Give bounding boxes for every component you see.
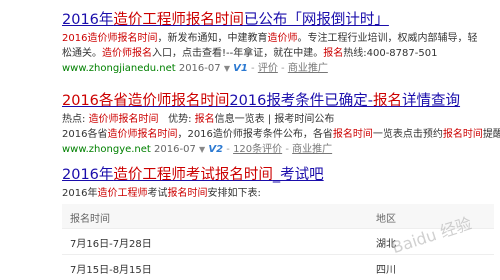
snippet-seg: ，新发布通知，中建教育 bbox=[157, 33, 268, 44]
title-seg: 造价工程师报名时间 bbox=[113, 12, 244, 28]
search-result-3: 2016年造价工程师考试报名时间_考试吧 2016年造价工程师考试报名时间安排如… bbox=[62, 166, 494, 201]
dropdown-arrow-icon[interactable]: ▼ bbox=[224, 64, 230, 73]
result-1-title-link[interactable]: 2016年造价工程师报名时间已公布「网报倒计时」 bbox=[62, 11, 494, 29]
snippet-seg: 热点: bbox=[62, 114, 89, 125]
title-seg: 详情查询 bbox=[402, 93, 461, 109]
snippet-seg: 2016造价师报名时间 bbox=[62, 33, 158, 44]
promo-link[interactable]: 商业推广 bbox=[292, 144, 332, 155]
snippet-seg: 安排如下表: bbox=[207, 188, 261, 199]
result-date: 2016-07 bbox=[154, 144, 196, 155]
snippet-seg: 信息一览表 | 报考时间公布 bbox=[214, 114, 335, 125]
snippet-seg: 报名 bbox=[323, 48, 344, 59]
result-1-url-line: www.zhongjianedu.net 2016-07 ▼ V1 - 评价 -… bbox=[62, 61, 494, 76]
title-seg: 报名 bbox=[373, 93, 403, 109]
verified-badge-icon[interactable]: V1 bbox=[233, 63, 248, 74]
evaluation-link[interactable]: 120条评价 bbox=[233, 144, 282, 155]
snippet-seg: 提醒. bbox=[482, 129, 500, 140]
search-result-2: 2016各省造价师报名时间2016报考条件已确定-报名详情查询 热点: 造价师报… bbox=[62, 92, 500, 157]
table-cell: 7月15日-8月15日 bbox=[70, 265, 152, 276]
result-3-snippet: 2016年造价工程师考试报名时间安排如下表: bbox=[62, 186, 494, 201]
snippet-seg: 造价师 bbox=[267, 33, 298, 44]
dropdown-arrow-icon[interactable]: ▼ bbox=[199, 145, 205, 154]
snippet-seg: 2016各省 bbox=[62, 129, 108, 140]
result-2-title-link[interactable]: 2016各省造价师报名时间2016报考条件已确定-报名详情查询 bbox=[62, 92, 494, 110]
snippet-seg: 考试 bbox=[147, 188, 168, 199]
snippet-seg: 报名时间 bbox=[332, 129, 373, 140]
result-2-snippet: 热点: 造价师报名时间 优势: 报名信息一览表 | 报考时间公布 2016各省造… bbox=[62, 112, 500, 142]
table-cell: 7月16日-7月28日 bbox=[70, 239, 152, 250]
snippet-seg: 优势: bbox=[158, 114, 195, 125]
result-2-url-line: www.zhongye.net 2016-07 ▼ V2 - 120条评价 - … bbox=[62, 142, 494, 157]
title-seg: 2016年 bbox=[62, 167, 114, 183]
snippet-seg: 一览表点击预约 bbox=[372, 129, 443, 140]
snippet-seg: 造价师报名时间 bbox=[107, 129, 178, 140]
table-cell: 四川 bbox=[376, 265, 396, 276]
result-1-snippet: 2016造价师报名时间，新发布通知，中建教育造价师。专注工程行业培训，权威内部辅… bbox=[62, 31, 494, 61]
title-seg: 2016 bbox=[229, 93, 267, 109]
title-seg: 2016年 bbox=[62, 12, 114, 28]
result-url[interactable]: www.zhongye.net bbox=[62, 144, 151, 155]
title-seg: _考试吧 bbox=[272, 167, 324, 183]
snippet-seg: 造价工程师 bbox=[97, 188, 148, 199]
snippet-seg: 入口，点击查看!--年拿证，就在中建。 bbox=[152, 48, 324, 59]
column-header-time: 报名时间 bbox=[70, 214, 110, 225]
result-date: 2016-07 bbox=[178, 63, 221, 74]
table-row: 7月15日-8月15日 四川 bbox=[62, 254, 494, 280]
separator: - bbox=[285, 144, 289, 155]
promo-link[interactable]: 商业推广 bbox=[288, 63, 328, 74]
search-results-page: { "results": [ { "title": ["2016年", "造价工… bbox=[0, 0, 500, 276]
snippet-seg: ，2016造价师报考条件公布，各省 bbox=[177, 129, 333, 140]
snippet-seg: 报名时间 bbox=[167, 188, 208, 199]
verified-badge-icon[interactable]: V2 bbox=[208, 144, 223, 155]
snippet-seg: 2016年 bbox=[62, 188, 98, 199]
snippet-seg: 报名时间 bbox=[442, 129, 483, 140]
snippet-seg: 报名 bbox=[194, 114, 215, 125]
search-result-1: 2016年造价工程师报名时间已公布「网报倒计时」 2016造价师报名时间，新发布… bbox=[62, 11, 494, 76]
title-seg: 造价工程师考试报名时间 bbox=[113, 167, 273, 183]
snippet-seg: 造价师报名 bbox=[102, 48, 152, 59]
title-seg: 报考条件已确定- bbox=[266, 93, 374, 109]
snippet-seg: 松通关。 bbox=[62, 48, 102, 59]
separator: - bbox=[251, 63, 255, 74]
snippet-seg: 造价师报名时间 bbox=[88, 114, 159, 125]
snippet-seg: 热线:400-8787-501 bbox=[343, 48, 438, 59]
result-url[interactable]: www.zhongjianedu.net bbox=[62, 63, 176, 74]
separator: - bbox=[281, 63, 285, 74]
title-seg: 2016各省造价师报名时间 bbox=[62, 93, 230, 109]
title-seg: 已公布「网报倒计时」 bbox=[243, 12, 389, 28]
column-header-region: 地区 bbox=[376, 214, 396, 225]
evaluation-link[interactable]: 评价 bbox=[258, 63, 278, 74]
snippet-seg: 。专注工程行业培训，权威内部辅导，轻 bbox=[297, 33, 478, 44]
separator: - bbox=[226, 144, 230, 155]
result-3-title-link[interactable]: 2016年造价工程师考试报名时间_考试吧 bbox=[62, 166, 494, 184]
